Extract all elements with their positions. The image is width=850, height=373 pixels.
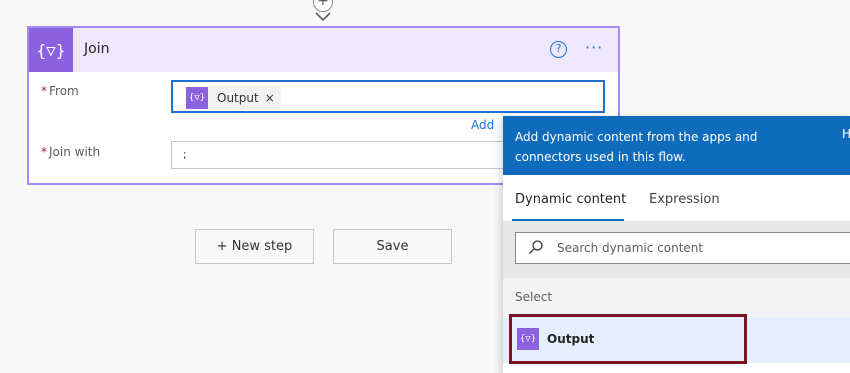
join-with-input[interactable]: ; xyxy=(171,141,511,169)
search-input[interactable]: Search dynamic content xyxy=(515,232,850,264)
join-with-label-text: Join with xyxy=(49,145,101,159)
required-mark: * xyxy=(41,145,47,159)
from-input[interactable]: {▽} Output × xyxy=(171,80,605,113)
card-title: Join xyxy=(84,41,110,57)
dynamic-content-panel: Add dynamic content from the apps and co… xyxy=(503,116,850,373)
output-item-label: Output xyxy=(547,332,595,346)
new-step-button[interactable]: + New step xyxy=(195,229,314,264)
from-label-text: From xyxy=(49,84,79,98)
tab-expression[interactable]: Expression xyxy=(649,192,720,207)
help-icon[interactable]: ? xyxy=(550,41,567,58)
join-with-value: ; xyxy=(183,148,187,161)
data-operation-icon: {▽} xyxy=(29,28,73,72)
panel-header-extra-text: H xyxy=(842,127,850,141)
select-section-header: Select xyxy=(503,278,850,317)
select-label: Select xyxy=(515,290,553,304)
down-arrow-icon xyxy=(315,12,331,22)
save-button[interactable]: Save xyxy=(333,229,452,264)
from-field-label: * From xyxy=(41,84,79,98)
required-mark: * xyxy=(41,84,47,98)
tab-dynamic-content[interactable]: Dynamic content xyxy=(515,192,626,207)
output-dynamic-item[interactable]: {▽} Output xyxy=(503,314,850,364)
card-header[interactable]: {▽} Join ? ··· xyxy=(29,28,618,72)
add-dynamic-content-link[interactable]: Add xyxy=(471,118,494,132)
panel-header-text: Add dynamic content from the apps and co… xyxy=(515,130,758,164)
output-token[interactable]: {▽} Output × xyxy=(186,87,281,109)
token-label: Output xyxy=(217,91,259,105)
highlight-box xyxy=(509,314,747,364)
search-placeholder: Search dynamic content xyxy=(557,241,704,255)
remove-token-icon[interactable]: × xyxy=(265,91,275,105)
more-options-icon[interactable]: ··· xyxy=(585,38,603,57)
panel-header: Add dynamic content from the apps and co… xyxy=(503,116,850,175)
search-icon xyxy=(529,240,543,254)
data-operation-icon: {▽} xyxy=(186,87,208,109)
data-operation-icon: {▽} xyxy=(517,328,539,350)
join-with-field-label: * Join with xyxy=(41,145,100,159)
